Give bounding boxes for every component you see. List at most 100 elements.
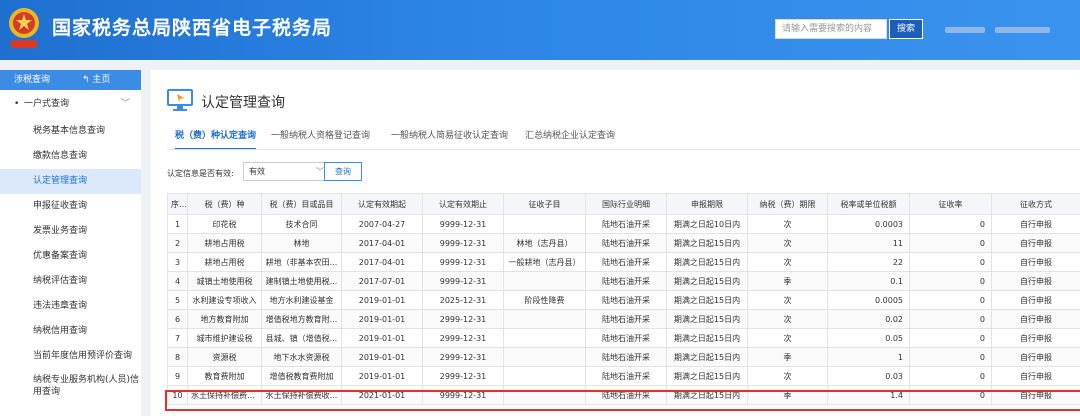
table-cell: 自行申报 xyxy=(991,309,1080,329)
table-cell: 0 xyxy=(909,347,992,367)
search-button[interactable]: 搜索 xyxy=(889,19,923,39)
validity-select-value: 有效 xyxy=(249,167,265,176)
table-cell: 建制镇土地使用税... xyxy=(261,271,342,291)
table-cell: 次 xyxy=(747,252,828,272)
table-cell: 自行申报 xyxy=(991,347,1080,367)
sidebar-item-service-agency-credit[interactable]: 纳税专业服务机构(人员)信用查询 xyxy=(0,369,141,403)
table-header-row: 序号 税（费）种 税（费）目或品目 认定有效期起 认定有效期止 征收子目 国际行… xyxy=(167,193,1080,215)
table-cell: 期满之日起15日内 xyxy=(666,233,748,253)
table-row[interactable]: 10 水土保持补偿费收... 水土保持补偿费收... 2021-01-01 9999-1… xyxy=(167,385,1080,405)
home-link[interactable]: ↰ 主页 xyxy=(82,70,110,90)
table-cell: 1 xyxy=(827,347,910,367)
table-cell: 陆地石油开采 xyxy=(585,252,667,272)
table-row[interactable]: 3 耕地占用税 耕地（非基本农田... 2017-04-01 9999-12-31 一般耕… xyxy=(167,252,1080,272)
column-header: 纳税（费）期限 xyxy=(747,193,828,215)
sidebar-item-credit-query[interactable]: 纳税信用查询 xyxy=(0,319,141,344)
table-cell: 2019-01-01 xyxy=(341,309,423,329)
back-arrow-icon: ↰ xyxy=(82,75,90,85)
table-cell: 期满之日起10日内 xyxy=(666,214,748,234)
sidebar-item-payment-info[interactable]: 缴款信息查询 xyxy=(0,144,141,169)
sidebar: 涉税查询 ↰ 主页 • 一户式查询 ﹀ 税务基本信息查询 缴款信息查询 认定管理… xyxy=(0,70,141,416)
tab-tax-type-certification[interactable]: 税（费）种认定查询 xyxy=(175,126,257,150)
query-button[interactable]: 查询 xyxy=(324,162,362,181)
table-cell: 期满之日起15日内 xyxy=(666,347,748,367)
table-cell: 季 xyxy=(747,347,828,367)
table-cell: 耕地占用税 xyxy=(187,252,262,272)
sidebar-group-yihushi[interactable]: • 一户式查询 ﹀ xyxy=(0,90,141,119)
table-row[interactable]: 5 水利建设专项收入 地方水利建设基金 2019-01-01 2025-12-31 阶段性… xyxy=(167,290,1080,310)
table-cell: 陆地石油开采 xyxy=(585,290,667,310)
table-row[interactable]: 6 地方教育附加 增值税地方教育附... 2019-01-01 2999-12-31 陆地… xyxy=(167,309,1080,329)
tab-consolidated-tax-certification[interactable]: 汇总纳税企业认定查询 xyxy=(525,126,615,150)
validity-select[interactable]: 有效 ﹀ xyxy=(243,162,330,181)
table-cell: 陆地石油开采 xyxy=(585,328,667,348)
validity-filter-label: 认定信息是否有效: xyxy=(167,169,234,178)
table-cell: 自行申报 xyxy=(991,233,1080,253)
table-cell: 2 xyxy=(167,233,188,253)
table-cell: 2019-01-01 xyxy=(341,328,423,348)
table-cell: 期满之日起15日内 xyxy=(666,328,748,348)
table-cell: 2019-01-01 xyxy=(341,366,423,386)
table-cell: 9999-12-31 xyxy=(422,252,504,272)
table-cell: 陆地石油开采 xyxy=(585,233,667,253)
table-cell: 3 xyxy=(167,252,188,272)
table-cell: 自行申报 xyxy=(991,271,1080,291)
table-cell: 县城、镇（增值税... xyxy=(261,328,342,348)
table-row[interactable]: 2 耕地占用税 林地 2017-04-01 9999-12-31 林地（志丹县） 陆地石油开… xyxy=(167,233,1080,253)
table-cell: 0.02 xyxy=(827,309,910,329)
sidebar-item-violation-query[interactable]: 违法违章查询 xyxy=(0,294,141,319)
table-cell: 0.03 xyxy=(827,366,910,386)
table-cell: 0.0003 xyxy=(827,214,910,234)
tab-general-taxpayer-registration[interactable]: 一般纳税人资格登记查询 xyxy=(271,126,370,150)
table-cell: 1.4 xyxy=(827,385,910,405)
table-cell xyxy=(503,214,586,234)
sidebar-group-label: 一户式查询 xyxy=(24,99,70,109)
sidebar-item-tax-basic-info[interactable]: 税务基本信息查询 xyxy=(0,119,141,144)
table-cell: 2017-07-01 xyxy=(341,271,423,291)
table-cell: 自行申报 xyxy=(991,385,1080,405)
table-cell: 2999-12-31 xyxy=(422,347,504,367)
table-cell: 期满之日起15日内 xyxy=(666,252,748,272)
table-cell: 水土保持补偿费收... xyxy=(187,385,262,405)
table-row[interactable]: 9 教育费附加 增值税教育费附加 2019-01-01 2999-12-31 陆地石油开采… xyxy=(167,366,1080,386)
sidebar-item-credit-preevaluation[interactable]: 当前年度信用预评价查询 xyxy=(0,344,141,369)
table-cell: 城镇土地使用税 xyxy=(187,271,262,291)
table-row[interactable]: 8 资源税 地下水水资源税 2019-01-01 2999-12-31 陆地石油开采 期满之… xyxy=(167,347,1080,367)
table-cell xyxy=(503,309,586,329)
user-info-blurred[interactable] xyxy=(945,27,985,33)
sidebar-item-declaration-query[interactable]: 申报征收查询 xyxy=(0,194,141,219)
column-header: 征收子目 xyxy=(503,193,586,215)
table-cell: 9999-12-31 xyxy=(422,214,504,234)
user-name-blurred[interactable] xyxy=(995,27,1050,33)
table-cell: 增值税地方教育附... xyxy=(261,309,342,329)
table-row[interactable]: 7 城市维护建设税 县城、镇（增值税... 2019-01-01 2999-12-31 陆… xyxy=(167,328,1080,348)
table-cell: 2007-04-27 xyxy=(341,214,423,234)
table-cell: 9999-12-31 xyxy=(422,271,504,291)
sidebar-item-assessment-query[interactable]: 纳税评估查询 xyxy=(0,269,141,294)
table-cell: 陆地石油开采 xyxy=(585,366,667,386)
table-cell: 地方水利建设基金 xyxy=(261,290,342,310)
table-cell: 季 xyxy=(747,271,828,291)
table-cell: 9999-12-31 xyxy=(422,385,504,405)
column-header: 国际行业明细 xyxy=(585,193,667,215)
sidebar-section-title[interactable]: 涉税查询 xyxy=(14,70,50,90)
sidebar-item-certification-query[interactable]: 认定管理查询 xyxy=(0,169,141,194)
table-cell: 0 xyxy=(909,271,992,291)
table-cell: 技术合同 xyxy=(261,214,342,234)
table-cell: 增值税教育费附加 xyxy=(261,366,342,386)
tab-simple-collection-certification[interactable]: 一般纳税人简易征收认定查询 xyxy=(391,126,508,150)
table-cell: 0.05 xyxy=(827,328,910,348)
home-label: 主页 xyxy=(92,75,111,85)
table-cell: 地下水水资源税 xyxy=(261,347,342,367)
sidebar-item-invoice-query[interactable]: 发票业务查询 xyxy=(0,219,141,244)
chevron-down-icon: ﹀ xyxy=(121,99,131,109)
table-row[interactable]: 4 城镇土地使用税 建制镇土地使用税... 2017-07-01 9999-12-31 陆… xyxy=(167,271,1080,291)
table-row[interactable]: 1 印花税 技术合同 2007-04-27 9999-12-31 陆地石油开采 期满之日起1… xyxy=(167,214,1080,234)
table-cell: 2019-01-01 xyxy=(341,347,423,367)
table-cell: 陆地石油开采 xyxy=(585,271,667,291)
column-header: 征收方式 xyxy=(991,193,1080,215)
search-input[interactable] xyxy=(775,19,887,39)
table-cell: 2021-01-01 xyxy=(341,385,423,405)
column-header: 税（费）种 xyxy=(187,193,262,215)
sidebar-item-preferential-query[interactable]: 优惠备案查询 xyxy=(0,244,141,269)
